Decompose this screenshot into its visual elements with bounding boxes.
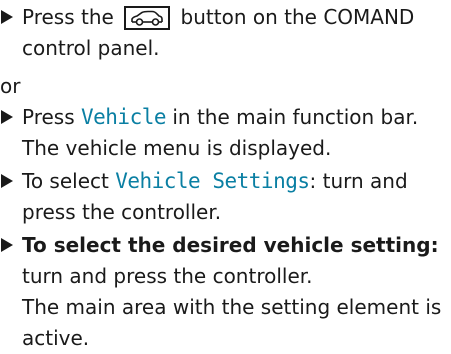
step-line: control panel. xyxy=(0,33,440,64)
instruction-page: Press the button on the COMAND control p… xyxy=(0,0,451,350)
step-press-vehicle-button: Press the button on the COMAND control p… xyxy=(0,2,440,64)
ui-term-vehicle: Vehicle xyxy=(81,105,167,129)
step-text: To select xyxy=(22,169,109,193)
step-line: Press Vehicle in the main function bar. xyxy=(0,102,440,133)
car-icon xyxy=(124,6,171,30)
step-line: The vehicle menu is displayed. xyxy=(0,133,440,164)
step-press-vehicle: Press Vehicle in the main function bar. … xyxy=(0,102,440,164)
step-line: Press the button on the COMAND xyxy=(0,2,440,33)
step-line: To select the desired vehicle setting: xyxy=(0,230,440,261)
step-select-desired-setting: To select the desired vehicle setting: t… xyxy=(0,230,442,354)
step-line: turn and press the controller. xyxy=(0,261,440,292)
step-line: press the controller. xyxy=(0,197,440,228)
or-separator: or xyxy=(0,74,21,98)
step-text: turn and press the controller. xyxy=(22,264,313,288)
step-line: To select Vehicle Settings: turn and xyxy=(0,166,440,197)
step-text: Press the xyxy=(22,5,114,29)
step-line: active. xyxy=(0,323,440,354)
step-text: in the main function bar. xyxy=(172,105,419,129)
step-heading: To select the desired vehicle setting: xyxy=(22,233,439,257)
bullet-arrow-icon xyxy=(1,10,13,24)
step-text: control panel. xyxy=(22,36,160,60)
step-text: button on the COMAND xyxy=(180,5,415,29)
step-select-vehicle-settings: To select Vehicle Settings: turn and pre… xyxy=(0,166,440,228)
bullet-arrow-icon xyxy=(1,174,13,188)
step-text: press the controller. xyxy=(22,200,222,224)
result-text: The main area with the setting element i… xyxy=(22,295,442,319)
ui-term-vehicle-settings: Vehicle Settings xyxy=(115,169,310,193)
result-text: The vehicle menu is displayed. xyxy=(22,136,332,160)
step-text: : turn and xyxy=(309,169,408,193)
bullet-arrow-icon xyxy=(1,110,13,124)
step-line: The main area with the setting element i… xyxy=(0,292,442,323)
result-text: active. xyxy=(22,326,90,350)
bullet-arrow-icon xyxy=(1,238,13,252)
step-text: Press xyxy=(22,105,75,129)
